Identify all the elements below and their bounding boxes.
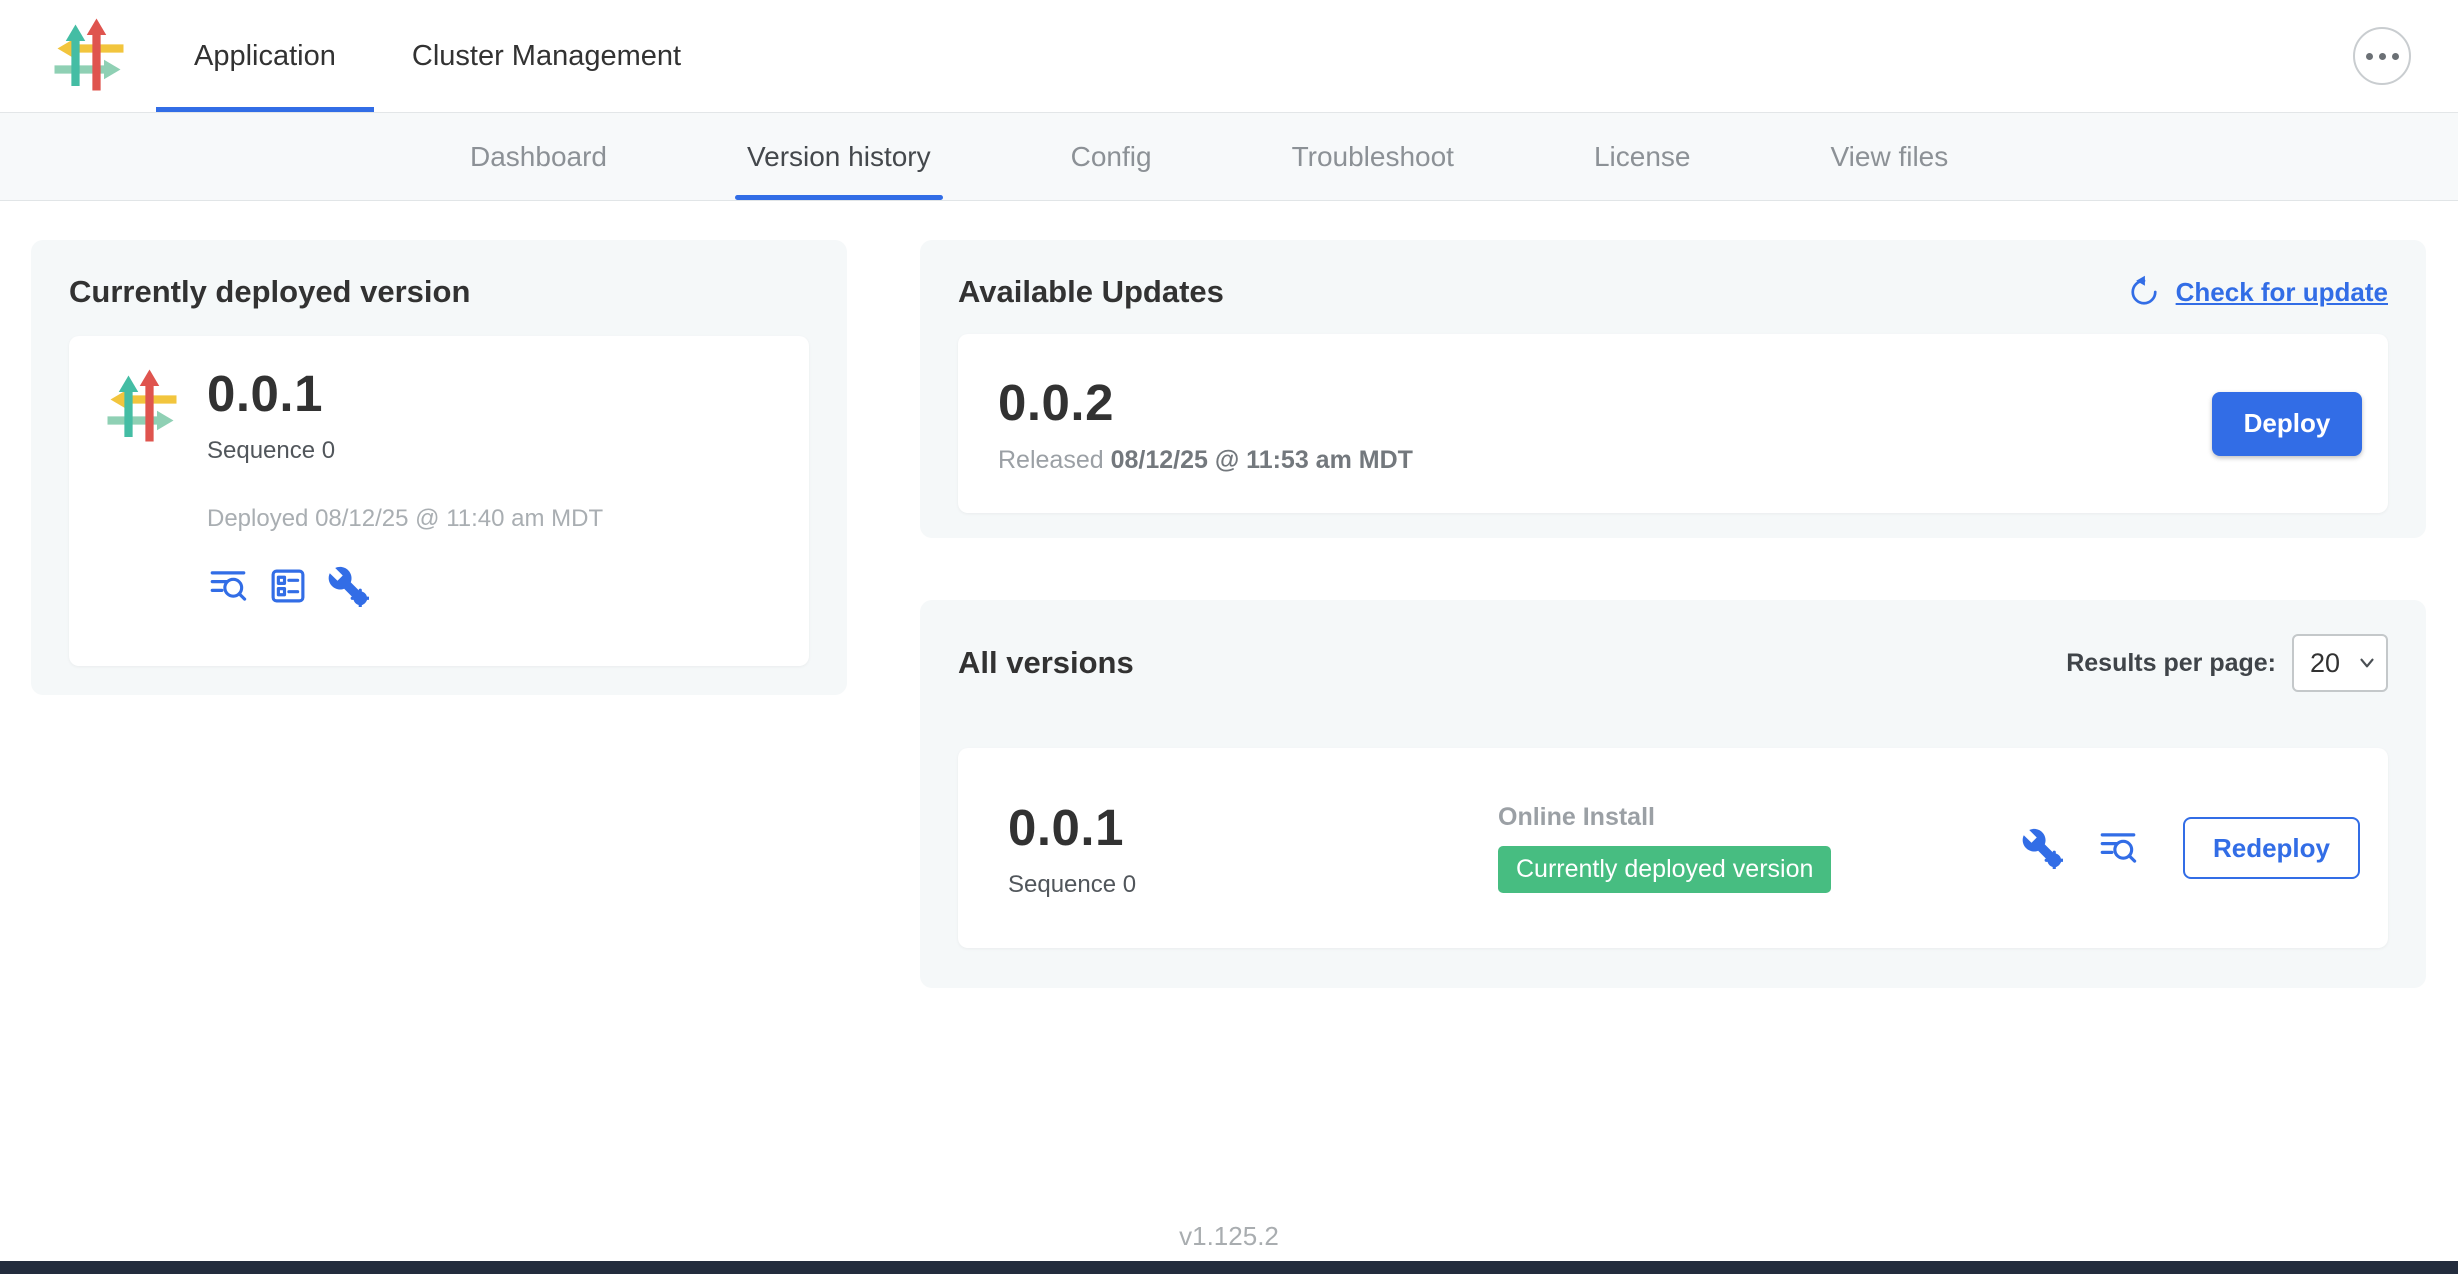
app-logo — [50, 0, 128, 112]
available-updates-title: Available Updates — [958, 274, 1224, 310]
subnav-item-config[interactable]: Config — [1001, 113, 1222, 200]
currently-deployed-card: Currently deployed version 0.0.1 Sequenc… — [31, 240, 847, 695]
edit-config-icon[interactable] — [327, 565, 369, 607]
results-per-page: Results per page: 20 — [2066, 634, 2388, 692]
overflow-menu-button[interactable] — [2353, 27, 2411, 85]
deployed-version-number: 0.0.1 — [207, 364, 603, 423]
deployed-version-actions — [207, 565, 603, 607]
bottom-bar — [0, 1261, 2458, 1274]
currently-deployed-title: Currently deployed version — [69, 274, 809, 310]
redeploy-button[interactable]: Redeploy — [2183, 817, 2360, 879]
install-type-label: Online Install — [1498, 803, 2021, 832]
update-row: 0.0.2 Released 08/12/25 @ 11:53 am MDT D… — [958, 334, 2388, 513]
subnav-item-license[interactable]: License — [1524, 113, 1761, 200]
edit-config-icon[interactable] — [2021, 827, 2063, 869]
check-for-update-link[interactable]: Check for update — [2126, 274, 2388, 310]
tab-cluster-management[interactable]: Cluster Management — [374, 0, 719, 112]
version-row: 0.0.1 Sequence 0 Online Install Currentl… — [958, 748, 2388, 948]
update-released-timestamp: Released 08/12/25 @ 11:53 am MDT — [998, 446, 1413, 475]
app-logo-icon — [50, 17, 128, 95]
app-logo-icon — [103, 368, 181, 446]
top-tabs: Application Cluster Management — [156, 0, 719, 112]
all-versions-title: All versions — [958, 645, 1134, 681]
ellipsis-icon — [2366, 53, 2399, 60]
available-updates-card: Available Updates Check for update 0.0.2… — [920, 240, 2426, 538]
tab-application[interactable]: Application — [156, 0, 374, 112]
subnav-item-dashboard[interactable]: Dashboard — [400, 113, 677, 200]
deployed-sequence: Sequence 0 — [207, 437, 603, 465]
right-column: Available Updates Check for update 0.0.2… — [920, 240, 2426, 988]
subnav-item-view-files[interactable]: View files — [1760, 113, 2018, 200]
refresh-icon — [2126, 274, 2162, 310]
preflight-checklist-icon[interactable] — [267, 565, 309, 607]
check-for-update-label: Check for update — [2176, 277, 2388, 308]
row-sequence: Sequence 0 — [1008, 871, 1498, 899]
logs-icon[interactable] — [207, 565, 249, 607]
deploy-button[interactable]: Deploy — [2212, 392, 2362, 456]
all-versions-card: All versions Results per page: 20 — [920, 600, 2426, 988]
top-nav-bar: Application Cluster Management — [0, 0, 2458, 113]
app-subnav: Dashboard Version history Config Trouble… — [0, 113, 2458, 201]
main-content: Currently deployed version 0.0.1 Sequenc… — [0, 201, 2458, 988]
results-per-page-label: Results per page: — [2066, 649, 2276, 678]
page: Application Cluster Management Dashboard… — [0, 0, 2458, 1274]
row-actions — [2021, 827, 2139, 869]
console-version: v1.125.2 — [0, 1221, 2458, 1252]
subnav-item-version-history[interactable]: Version history — [677, 113, 1001, 200]
deployed-timestamp: Deployed 08/12/25 @ 11:40 am MDT — [207, 505, 603, 533]
subnav-item-troubleshoot[interactable]: Troubleshoot — [1222, 113, 1524, 200]
logs-icon[interactable] — [2097, 827, 2139, 869]
status-badge: Currently deployed version — [1498, 846, 1831, 893]
results-per-page-select[interactable]: 20 — [2292, 634, 2388, 692]
deployed-version-card: 0.0.1 Sequence 0 Deployed 08/12/25 @ 11:… — [69, 336, 809, 666]
row-version-number: 0.0.1 — [1008, 798, 1498, 857]
update-version-number: 0.0.2 — [998, 373, 1413, 432]
